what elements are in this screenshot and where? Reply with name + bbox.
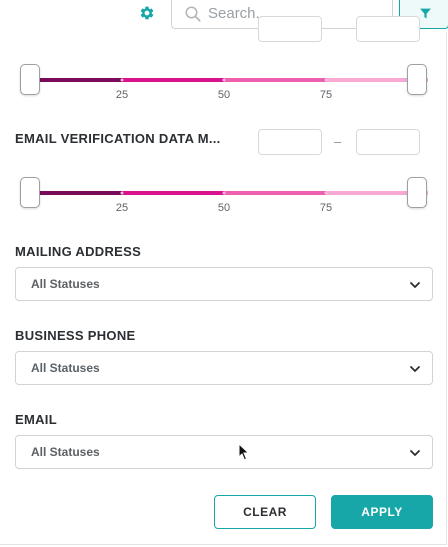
- mailing-address-label: MAILING ADDRESS: [15, 244, 142, 259]
- slider-tick: [222, 78, 226, 82]
- email-verification-max-input[interactable]: [356, 129, 420, 155]
- gear-icon: [140, 6, 154, 20]
- first-range-slider[interactable]: 25 50 75: [20, 62, 428, 102]
- mailing-address-select[interactable]: All Statuses: [15, 267, 433, 301]
- email-label: EMAIL: [15, 412, 57, 427]
- funnel-icon: [420, 8, 431, 19]
- slider-segment: [122, 77, 224, 82]
- first-range-max-input[interactable]: [356, 16, 420, 42]
- mouse-pointer-icon: [238, 443, 250, 461]
- chevron-down-icon: [410, 282, 420, 288]
- first-range-min-input[interactable]: [258, 16, 322, 42]
- slider-min-handle[interactable]: [20, 64, 40, 95]
- select-value: All Statuses: [31, 445, 100, 459]
- slider-segment: [122, 190, 224, 195]
- select-value: All Statuses: [31, 277, 100, 291]
- slider-max-handle[interactable]: [407, 64, 427, 95]
- business-phone-label: BUSINESS PHONE: [15, 328, 136, 343]
- slider-segment: [224, 190, 326, 195]
- slider-tick-label: 25: [115, 89, 129, 101]
- email-select[interactable]: All Statuses: [15, 435, 433, 469]
- slider-tick-label: 75: [319, 89, 333, 101]
- slider-tick-label: 50: [217, 202, 231, 214]
- range-separator: –: [334, 134, 342, 149]
- slider-max-handle[interactable]: [407, 177, 427, 208]
- business-phone-select[interactable]: All Statuses: [15, 351, 433, 385]
- settings-button[interactable]: [138, 4, 156, 22]
- slider-tick: [324, 191, 328, 195]
- slider-tick: [120, 191, 124, 195]
- slider-tick: [120, 78, 124, 82]
- slider-tick-label: 75: [319, 202, 333, 214]
- apply-button[interactable]: APPLY: [331, 495, 433, 529]
- email-verification-label: EMAIL VERIFICATION DATA M...: [15, 131, 221, 146]
- slider-tick: [222, 191, 226, 195]
- slider-segment: [224, 77, 326, 82]
- chevron-down-icon: [410, 366, 420, 372]
- slider-tick: [324, 78, 328, 82]
- slider-tick-label: 25: [115, 202, 129, 214]
- search-icon: [185, 6, 201, 22]
- chevron-down-icon: [410, 450, 420, 456]
- slider-tick-label: 50: [217, 89, 231, 101]
- clear-button[interactable]: CLEAR: [214, 495, 316, 529]
- email-verification-slider[interactable]: 25 50 75: [20, 175, 428, 215]
- email-verification-min-input[interactable]: [258, 129, 322, 155]
- slider-min-handle[interactable]: [20, 177, 40, 208]
- select-value: All Statuses: [31, 361, 100, 375]
